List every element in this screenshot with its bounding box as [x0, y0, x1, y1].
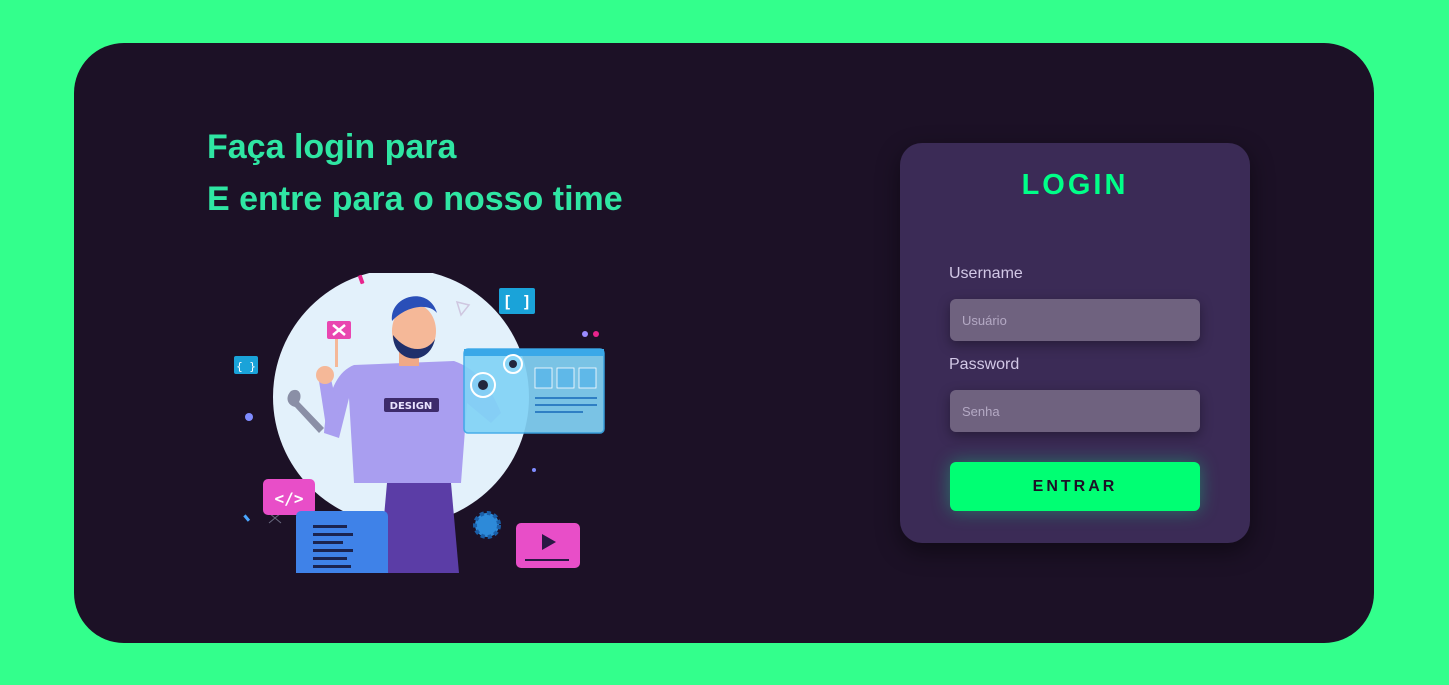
- login-card: LOGIN Username Password ENTRAR: [900, 143, 1250, 543]
- document-line-2: [313, 533, 353, 536]
- shirt-badge-label: DESIGN: [390, 401, 433, 412]
- headline-line-1: Faça login para: [207, 128, 457, 166]
- username-label: Username: [949, 265, 1023, 282]
- document-line-5: [313, 557, 347, 560]
- document-line-3: [313, 541, 343, 544]
- browser-window-header: [464, 349, 604, 356]
- code-card-label: </>: [275, 489, 304, 508]
- browser-tile-1: [534, 367, 553, 389]
- browser-window: [463, 348, 605, 434]
- person-legs: [379, 483, 459, 573]
- dot-blue-left: [245, 413, 253, 421]
- dot-small-right: [532, 468, 536, 472]
- document-line-1: [313, 525, 347, 528]
- login-title: LOGIN: [1021, 169, 1129, 201]
- gear-icon: [473, 511, 501, 539]
- browser-tile-2: [556, 367, 575, 389]
- developer-illustration: { } [ ] DESIGN </>: [234, 273, 605, 573]
- dot-purple: [582, 331, 588, 337]
- browser-tile-3: [578, 367, 597, 389]
- browser-text-line-1: [535, 397, 597, 399]
- bracket-box-label: [ ]: [503, 292, 532, 311]
- main-panel: Faça login para E entre para o nosso tim…: [74, 43, 1374, 643]
- raised-hand: [316, 366, 334, 384]
- video-progress-bar: [525, 559, 569, 561]
- headline-line-2: E entre para o nosso time: [207, 180, 623, 218]
- headline: Faça login para E entre para o nosso tim…: [207, 121, 623, 225]
- browser-touch-dot-2: [509, 360, 517, 368]
- document-line-4: [313, 549, 353, 552]
- document-line-6: [313, 565, 351, 568]
- small-bracket-box-label: { }: [236, 360, 256, 373]
- enter-button[interactable]: ENTRAR: [950, 462, 1200, 511]
- username-input[interactable]: [950, 299, 1200, 341]
- browser-touch-dot-1: [478, 380, 488, 390]
- browser-text-line-3: [535, 411, 583, 413]
- dot-pink: [593, 331, 599, 337]
- browser-text-line-2: [535, 404, 597, 406]
- confetti-blue: [243, 514, 251, 522]
- password-input[interactable]: [950, 390, 1200, 432]
- note-pole: [335, 337, 338, 367]
- password-label: Password: [949, 356, 1020, 373]
